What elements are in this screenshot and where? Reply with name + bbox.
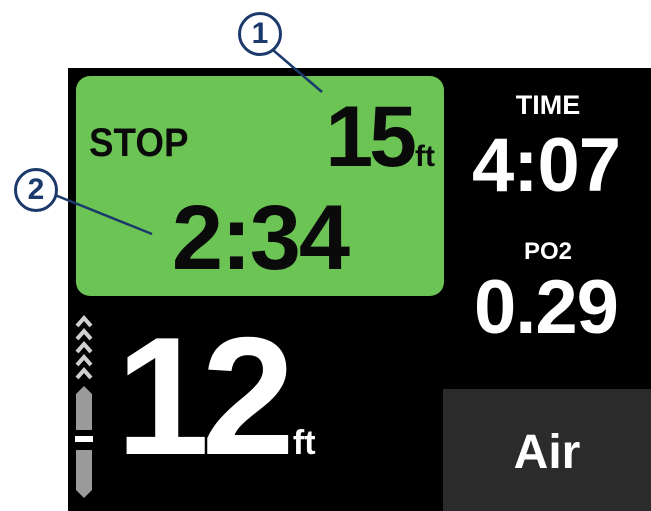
callout-1-leader — [272, 49, 323, 93]
callout-2: 2 — [14, 168, 58, 212]
callout-1: 1 — [238, 12, 282, 56]
callout-2-leader — [49, 191, 153, 236]
callout-leaders — [49, 49, 323, 236]
